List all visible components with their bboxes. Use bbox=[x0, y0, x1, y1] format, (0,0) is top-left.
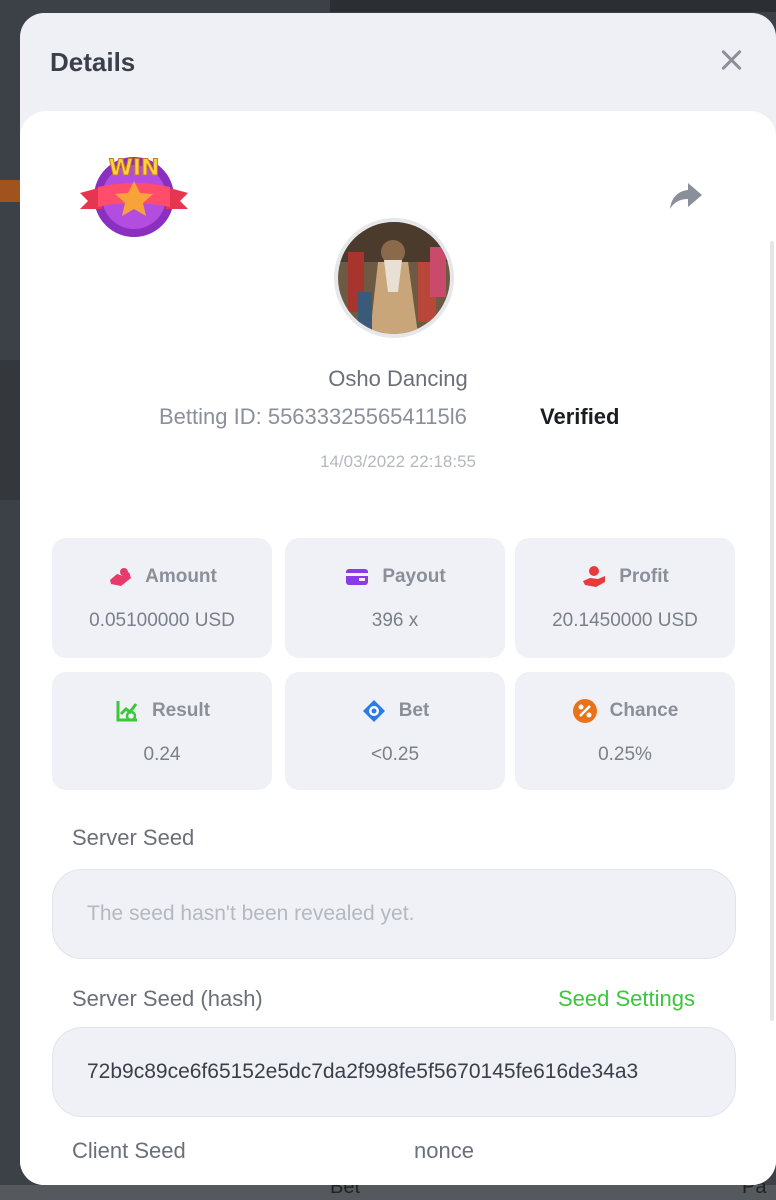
stat-value-profit: 20.1450000 USD bbox=[552, 610, 698, 631]
stat-card-profit: Profit 20.1450000 USD bbox=[515, 538, 735, 658]
background-bottom bbox=[0, 1185, 776, 1200]
details-modal: Details WIN Osho Dancing Betting ID: 556… bbox=[20, 13, 776, 1185]
stat-value-bet: <0.25 bbox=[370, 744, 420, 765]
stat-value-result: 0.24 bbox=[143, 744, 181, 765]
stat-card-payout: Payout 396 x bbox=[285, 538, 505, 658]
stat-value-amount: 0.05100000 USD bbox=[89, 610, 235, 631]
betting-id: Betting ID: 556333255654115l6 bbox=[159, 404, 467, 429]
result-chart-icon bbox=[116, 701, 138, 722]
stat-card-bet: Bet <0.25 bbox=[285, 672, 505, 790]
background-strip bbox=[0, 360, 20, 500]
percent-icon bbox=[572, 699, 597, 723]
profit-hand-icon bbox=[583, 566, 606, 587]
modal-title: Details bbox=[50, 47, 136, 77]
stat-label-payout: Payout bbox=[382, 566, 446, 587]
modal-header: Details bbox=[20, 13, 776, 111]
stat-label-chance: Chance bbox=[609, 700, 679, 721]
win-badge-icon: WIN bbox=[80, 156, 188, 237]
stat-card-amount: Amount 0.05100000 USD bbox=[52, 538, 272, 658]
stat-card-chance: Chance 0.25% bbox=[515, 672, 735, 790]
stat-label-profit: Profit bbox=[619, 566, 669, 587]
verified-badge[interactable]: Verified bbox=[540, 404, 619, 430]
close-button[interactable] bbox=[716, 45, 746, 75]
background-top bbox=[330, 0, 776, 12]
game-avatar bbox=[334, 218, 454, 338]
server-seed-field[interactable]: The seed hasn't been revealed yet. bbox=[52, 869, 736, 959]
seed-settings-link[interactable]: Seed Settings bbox=[558, 986, 695, 1012]
stat-card-result: Result 0.24 bbox=[52, 672, 272, 790]
bet-target-icon bbox=[362, 700, 385, 722]
stat-label-amount: Amount bbox=[145, 566, 217, 587]
share-icon[interactable] bbox=[668, 179, 704, 213]
stat-label-result: Result bbox=[151, 700, 211, 721]
bet-datetime: 14/03/2022 22:18:55 bbox=[320, 452, 476, 471]
svg-text:WIN: WIN bbox=[109, 156, 160, 181]
card-icon bbox=[346, 569, 369, 585]
server-seed-hash-field[interactable]: 72b9c89ce6f65152e5dc7da2f998fe5f5670145f… bbox=[52, 1027, 736, 1117]
hand-money-icon bbox=[110, 568, 132, 586]
background-accent bbox=[0, 180, 20, 202]
client-seed-label: Client Seed bbox=[72, 1138, 186, 1163]
modal-content: WIN Osho Dancing Betting ID: 55633325565… bbox=[20, 111, 776, 1185]
game-name: Osho Dancing bbox=[328, 366, 468, 391]
scrollbar[interactable] bbox=[770, 241, 774, 1021]
stat-value-chance: 0.25% bbox=[598, 744, 652, 765]
nonce-label: nonce bbox=[414, 1138, 474, 1163]
stat-label-bet: Bet bbox=[398, 700, 430, 721]
stat-value-payout: 396 x bbox=[371, 610, 419, 631]
server-seed-label: Server Seed bbox=[72, 825, 195, 850]
server-seed-hash-label: Server Seed (hash) bbox=[72, 986, 263, 1011]
